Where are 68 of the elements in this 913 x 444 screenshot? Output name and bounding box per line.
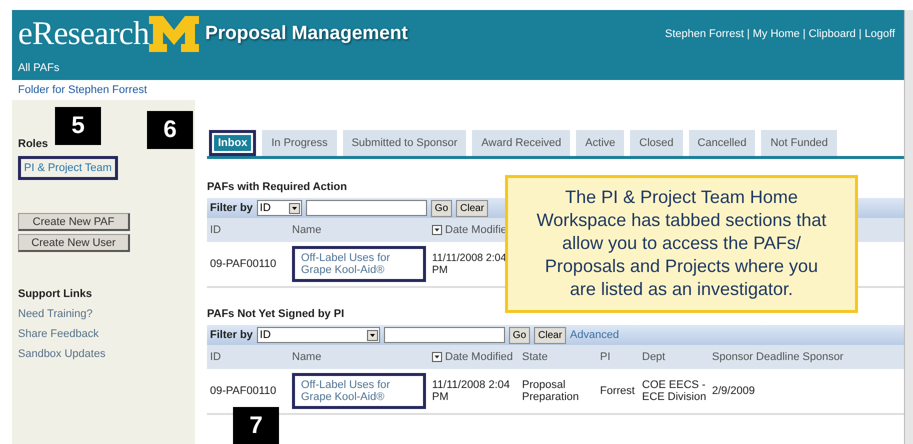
roles-heading: Roles <box>18 138 48 150</box>
separator: | <box>858 28 862 40</box>
tab[interactable]: Closed <box>630 130 683 156</box>
table-cell-text: 11/11/2008 2:04 PM <box>432 379 511 403</box>
column-header[interactable]: Date Modifie <box>445 224 507 236</box>
table-cell-text: 09-PAF00110 <box>210 258 278 270</box>
sidebar-button[interactable]: Create New User <box>18 234 130 252</box>
header-link[interactable]: My Home <box>752 28 800 40</box>
column-header[interactable]: ID <box>210 224 292 236</box>
name-link[interactable]: Off-Label Uses for Grape Kool-Aid® <box>292 373 426 409</box>
tab[interactable]: In Progress <box>262 130 337 156</box>
table-cell-text: 09-PAF00110 <box>210 385 278 397</box>
separator: | <box>802 28 806 40</box>
nav-link[interactable]: All PAFs <box>18 62 895 74</box>
sidebar-button[interactable]: Create New PAF <box>18 213 130 231</box>
filter-input[interactable] <box>384 327 505 343</box>
callout-badge: 5 <box>55 107 101 145</box>
filter-select[interactable]: ID <box>256 200 302 216</box>
header-link[interactable]: Stephen Forrest <box>665 28 744 40</box>
breadcrumb-link[interactable]: Folder for Stephen Forrest <box>12 80 905 100</box>
filter-label: Filter by <box>210 329 253 341</box>
header-link[interactable]: Clipboard <box>808 28 856 40</box>
support-link[interactable]: Share Feedback <box>18 328 99 340</box>
app-title: Proposal Management <box>205 23 408 45</box>
sort-icon[interactable] <box>432 352 442 362</box>
column-header[interactable]: Dept <box>642 351 712 363</box>
filter-input[interactable] <box>306 200 427 216</box>
logo-text: eResearch <box>18 16 150 52</box>
callout-badge: 6 <box>147 111 193 149</box>
column-header[interactable]: Sponsor Deadline Sponsor <box>712 351 905 363</box>
section-title: PAFs with Required Action <box>207 181 347 193</box>
go-button[interactable]: Go <box>430 200 452 216</box>
header-link[interactable]: Logoff <box>864 28 895 40</box>
separator: | <box>746 28 750 40</box>
tab[interactable]: Cancelled <box>688 130 756 156</box>
table-cell-text: 11/11/2008 2:04 PM <box>432 252 508 276</box>
section-title: PAFs Not Yet Signed by PI <box>207 308 344 320</box>
tab[interactable]: Active <box>576 130 624 156</box>
advanced-link[interactable]: Advanced <box>570 329 619 341</box>
callout-badge: 7 <box>233 407 279 444</box>
sort-icon[interactable] <box>432 225 442 235</box>
column-header[interactable]: Name <box>292 224 432 236</box>
note-box: The PI & Project Team Home Workspace has tabbed sections that allow you to access the PAFs/ Proposals and Projects where you are listed as an investigator. <box>505 175 858 313</box>
column-header[interactable]: PI <box>600 351 642 363</box>
tab[interactable]: Submitted to Sponsor <box>342 130 466 156</box>
table-cell-text: COE EECS - ECE Division <box>642 379 708 403</box>
table-cell-text: Proposal Preparation <box>522 379 580 403</box>
table-cell-text: Forrest <box>600 385 636 397</box>
scrollbar[interactable] <box>904 10 913 444</box>
column-header[interactable]: ID <box>210 351 292 363</box>
column-header[interactable]: Date Modified <box>445 351 513 363</box>
tab[interactable]: Inbox <box>209 130 256 156</box>
tab[interactable]: Not Funded <box>761 130 837 156</box>
table-cell-text: 2/9/2009 <box>712 385 756 397</box>
column-header[interactable]: State <box>522 351 600 363</box>
filter-label: Filter by <box>210 202 253 214</box>
support-link[interactable]: Need Training? <box>18 308 93 320</box>
column-header[interactable]: Name <box>292 351 432 363</box>
go-button[interactable]: Go <box>508 326 530 344</box>
block-m-logo <box>149 16 200 52</box>
tab[interactable]: Award Received <box>472 130 570 156</box>
role-link[interactable]: PI & Project Team <box>18 156 118 180</box>
support-heading: Support Links <box>18 288 92 300</box>
filter-select[interactable]: ID <box>256 327 380 343</box>
support-link[interactable]: Sandbox Updates <box>18 348 106 360</box>
name-link[interactable]: Off-Label Uses for Grape Kool-Aid® <box>292 246 426 282</box>
clear-button[interactable]: Clear <box>456 200 488 216</box>
clear-button[interactable]: Clear <box>534 326 566 344</box>
